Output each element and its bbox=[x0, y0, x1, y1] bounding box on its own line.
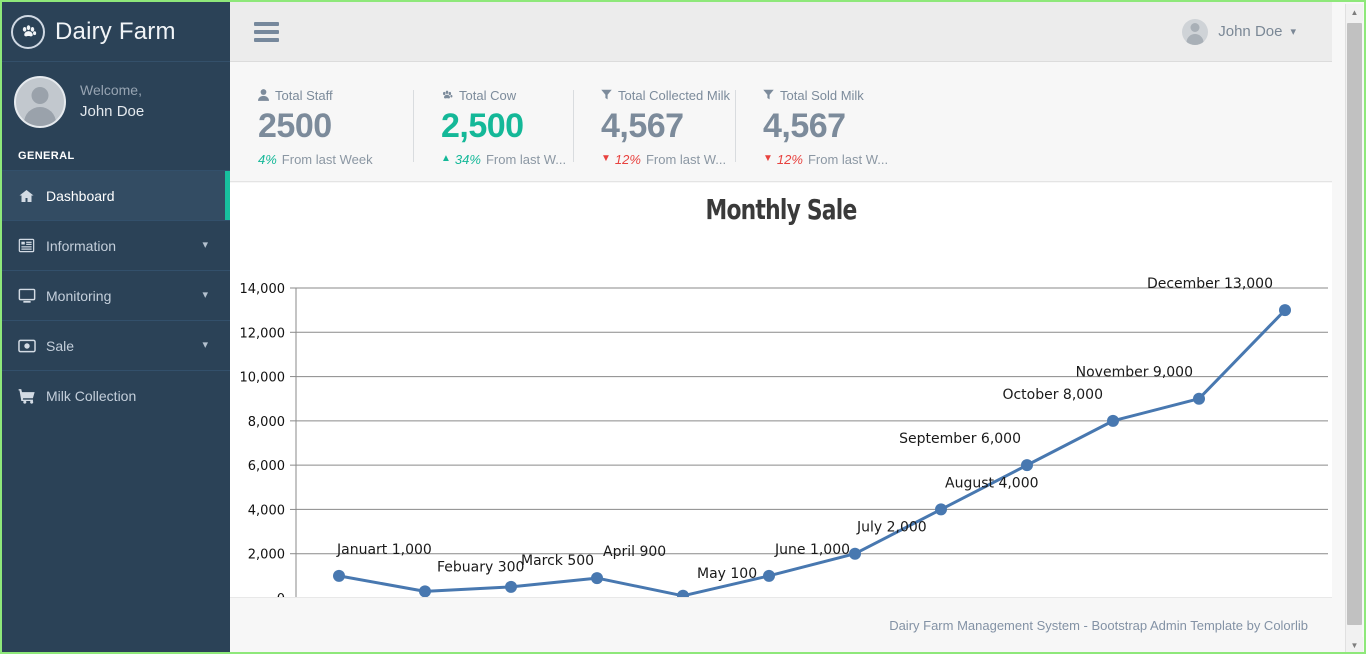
sidebar-item-dashboard[interactable]: Dashboard bbox=[2, 170, 230, 221]
monthly-sale-line-chart: 02,0004,0006,0008,00010,00012,00014,000J… bbox=[230, 226, 1332, 601]
svg-text:Febuary 300: Febuary 300 bbox=[437, 559, 524, 575]
paw-icon bbox=[11, 15, 45, 49]
stat-card-total-sold-milk: Total Sold Milk 4,567 ▼ 12% From last W.… bbox=[735, 88, 897, 167]
svg-text:April 900: April 900 bbox=[603, 544, 666, 560]
stat-title: Total Staff bbox=[258, 88, 413, 103]
user-icon bbox=[258, 89, 269, 103]
sidebar-item-milk-collection[interactable]: Milk Collection bbox=[2, 370, 230, 421]
stat-percent: 34% bbox=[455, 152, 481, 167]
stat-title-text: Total Cow bbox=[459, 88, 516, 103]
scroll-down-button[interactable]: ▼ bbox=[1346, 637, 1363, 654]
stat-value: 4,567 bbox=[601, 105, 735, 148]
stat-title-text: Total Sold Milk bbox=[780, 88, 864, 103]
svg-text:October 8,000: October 8,000 bbox=[1002, 387, 1103, 403]
stat-value: 2500 bbox=[258, 105, 413, 148]
nav-section-title: GENERAL bbox=[2, 140, 230, 171]
svg-text:14,000: 14,000 bbox=[240, 282, 286, 297]
stat-percent: 12% bbox=[777, 152, 803, 167]
sidebar-item-label: Sale bbox=[46, 338, 74, 354]
arrow-down-icon: ▼ bbox=[601, 154, 611, 164]
top-header: John Doe ▾ bbox=[230, 2, 1332, 62]
sidebar-item-label: Information bbox=[46, 238, 116, 254]
stat-title-text: Total Staff bbox=[275, 88, 333, 103]
funnel-icon bbox=[601, 89, 612, 102]
chevron-down-icon: ▾ bbox=[1290, 25, 1296, 38]
paw-icon bbox=[441, 89, 453, 103]
footer-text: Dairy Farm Management System - Bootstrap… bbox=[889, 618, 1308, 633]
scrollbar-thumb[interactable] bbox=[1347, 23, 1362, 625]
stat-percent: 4% bbox=[258, 152, 277, 167]
sidebar: Dairy Farm Welcome, John Doe GENERAL Das… bbox=[2, 2, 230, 652]
stat-card-total-collected-milk: Total Collected Milk 4,567 ▼ 12% From la… bbox=[573, 88, 735, 167]
user-menu[interactable]: John Doe ▾ bbox=[1182, 19, 1296, 45]
stat-percent: 12% bbox=[615, 152, 641, 167]
chart-title: Monthly Sale bbox=[351, 183, 1211, 226]
chevron-down-icon: ▾ bbox=[202, 338, 208, 351]
stat-footer-text: From last W... bbox=[646, 152, 726, 167]
svg-text:December 13,000: December 13,000 bbox=[1147, 276, 1273, 292]
stat-footer: ▼ 12% From last W... bbox=[601, 152, 735, 167]
sidebar-item-label: Monitoring bbox=[46, 288, 111, 304]
stat-footer: ▼ 12% From last W... bbox=[763, 152, 897, 167]
stats-row: Total Staff 2500 4% From last Week Total… bbox=[230, 62, 1332, 182]
user-avatar-icon bbox=[1182, 19, 1208, 45]
chart-panel: Monthly Sale 02,0004,0006,0008,00010,000… bbox=[230, 183, 1332, 597]
svg-text:June 1,000: June 1,000 bbox=[774, 542, 850, 558]
chevron-down-icon: ▾ bbox=[202, 288, 208, 301]
stat-footer-text: From last W... bbox=[486, 152, 566, 167]
svg-text:2,000: 2,000 bbox=[248, 548, 285, 563]
stat-footer: 4% From last Week bbox=[258, 152, 413, 167]
stat-card-total-cow: Total Cow 2,500 ▲ 34% From last W... bbox=[413, 88, 573, 167]
stat-title: Total Cow bbox=[441, 88, 573, 103]
stat-value: 4,567 bbox=[763, 105, 897, 148]
scroll-up-button[interactable]: ▲ bbox=[1346, 4, 1363, 21]
svg-text:8,000: 8,000 bbox=[248, 415, 285, 430]
sidebar-item-label: Milk Collection bbox=[46, 388, 136, 404]
page-scrollbar[interactable]: ▲ ▼ bbox=[1345, 4, 1362, 654]
chevron-down-icon: ▾ bbox=[202, 238, 208, 251]
footer: Dairy Farm Management System - Bootstrap… bbox=[230, 597, 1332, 652]
brand[interactable]: Dairy Farm bbox=[2, 2, 230, 62]
welcome-label: Welcome, bbox=[80, 80, 144, 101]
sidebar-profile: Welcome, John Doe bbox=[2, 62, 230, 140]
svg-text:August 4,000: August 4,000 bbox=[945, 475, 1039, 491]
cart-icon bbox=[18, 388, 42, 404]
home-icon bbox=[18, 188, 42, 204]
header-user-name: John Doe bbox=[1218, 23, 1282, 40]
sidebar-item-label: Dashboard bbox=[46, 188, 115, 204]
svg-text:4,000: 4,000 bbox=[248, 503, 285, 518]
money-icon bbox=[18, 339, 42, 353]
svg-text:July 2,000: July 2,000 bbox=[856, 520, 927, 536]
svg-text:Januart 1,000: Januart 1,000 bbox=[336, 542, 432, 558]
stat-footer-text: From last W... bbox=[808, 152, 888, 167]
arrow-down-icon: ▼ bbox=[763, 154, 773, 164]
hamburger-icon[interactable] bbox=[254, 22, 279, 42]
svg-text:10,000: 10,000 bbox=[240, 371, 286, 386]
svg-text:May 100: May 100 bbox=[697, 566, 757, 582]
stat-footer-text: From last Week bbox=[282, 152, 373, 167]
stat-card-total-staff: Total Staff 2500 4% From last Week bbox=[230, 88, 413, 167]
profile-user-name: John Doe bbox=[80, 101, 144, 124]
stat-title: Total Sold Milk bbox=[763, 88, 897, 103]
stat-value: 2,500 bbox=[441, 105, 573, 148]
brand-name: Dairy Farm bbox=[55, 18, 176, 46]
funnel-icon bbox=[763, 89, 774, 102]
svg-text:November 9,000: November 9,000 bbox=[1076, 365, 1193, 381]
svg-text:6,000: 6,000 bbox=[248, 459, 285, 474]
stat-footer: ▲ 34% From last W... bbox=[441, 152, 573, 167]
arrow-up-icon: ▲ bbox=[441, 154, 451, 164]
stat-title: Total Collected Milk bbox=[601, 88, 735, 103]
monitor-icon bbox=[18, 288, 42, 304]
svg-text:September 6,000: September 6,000 bbox=[899, 431, 1021, 447]
user-avatar-icon bbox=[14, 76, 66, 128]
list-icon bbox=[18, 238, 42, 253]
app-viewport: Dairy Farm Welcome, John Doe GENERAL Das… bbox=[0, 0, 1366, 654]
sidebar-item-information[interactable]: Information ▾ bbox=[2, 220, 230, 271]
sidebar-item-sale[interactable]: Sale ▾ bbox=[2, 320, 230, 371]
sidebar-item-monitoring[interactable]: Monitoring ▾ bbox=[2, 270, 230, 321]
stat-title-text: Total Collected Milk bbox=[618, 88, 730, 103]
svg-text:12,000: 12,000 bbox=[240, 326, 286, 341]
svg-text:Marck 500: Marck 500 bbox=[521, 553, 594, 569]
